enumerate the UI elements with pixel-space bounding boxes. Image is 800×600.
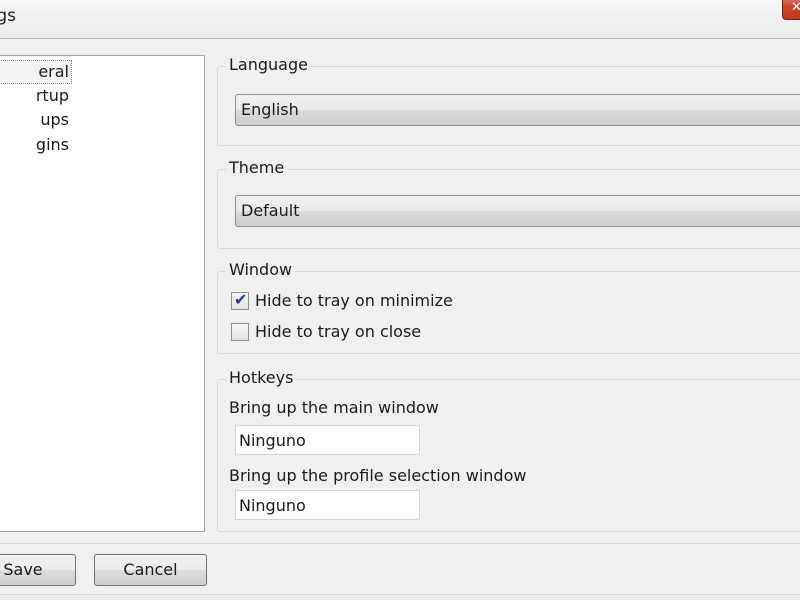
cancel-button[interactable]: Cancel <box>94 554 207 586</box>
language-dropdown-value: English <box>241 100 299 119</box>
profile-window-hotkey-label: Bring up the profile selection window <box>229 466 527 485</box>
theme-group: Theme Default <box>217 158 800 249</box>
checkmark-icon: ✔ <box>234 290 248 309</box>
nav-item-label: gins <box>35 135 69 154</box>
hotkeys-group-title: Hotkeys <box>226 368 297 388</box>
nav-item-label: eral <box>38 62 69 81</box>
nav-item-plugins[interactable]: gins <box>0 134 71 156</box>
nav-item-label: ups <box>40 110 69 129</box>
language-group-title: Language <box>226 55 311 75</box>
save-button[interactable]: Save <box>0 554 76 586</box>
theme-dropdown[interactable]: Default <box>235 195 800 227</box>
close-button[interactable]: ✕ <box>782 0 800 20</box>
window-bottom-edge <box>0 594 800 600</box>
profile-window-hotkey-input[interactable] <box>235 490 420 520</box>
settings-window: gs ✕ eral rtup ups gins Language English… <box>0 0 800 600</box>
save-button-label: Save <box>3 560 43 579</box>
window-group-title: Window <box>226 260 296 280</box>
hotkeys-group: Hotkeys Bring up the main window Bring u… <box>217 368 800 532</box>
main-window-hotkey-input[interactable] <box>235 425 420 455</box>
bottom-divider <box>0 543 800 544</box>
window-group: Window ✔ Hide to tray on minimize Hide t… <box>217 260 800 354</box>
settings-category-list[interactable]: eral rtup ups gins <box>0 55 205 532</box>
language-group: Language English <box>217 55 800 146</box>
theme-group-title: Theme <box>226 158 288 178</box>
hide-on-close-checkbox[interactable] <box>231 323 249 341</box>
cancel-button-label: Cancel <box>123 560 178 579</box>
title-bar[interactable]: gs ✕ <box>0 0 800 39</box>
main-window-hotkey-label: Bring up the main window <box>229 398 439 417</box>
hide-on-minimize-checkbox[interactable]: ✔ <box>231 290 249 310</box>
nav-item-general[interactable]: eral <box>0 60 72 84</box>
hide-on-close-label: Hide to tray on close <box>255 322 422 341</box>
nav-item-groups[interactable]: ups <box>0 109 71 131</box>
nav-item-label: rtup <box>35 86 69 105</box>
hide-on-minimize-label: Hide to tray on minimize <box>255 291 453 310</box>
language-dropdown[interactable]: English <box>235 94 800 126</box>
theme-dropdown-value: Default <box>241 201 300 220</box>
close-icon: ✕ <box>791 0 800 15</box>
window-title: gs <box>0 6 16 26</box>
nav-item-startup[interactable]: rtup <box>0 85 71 107</box>
